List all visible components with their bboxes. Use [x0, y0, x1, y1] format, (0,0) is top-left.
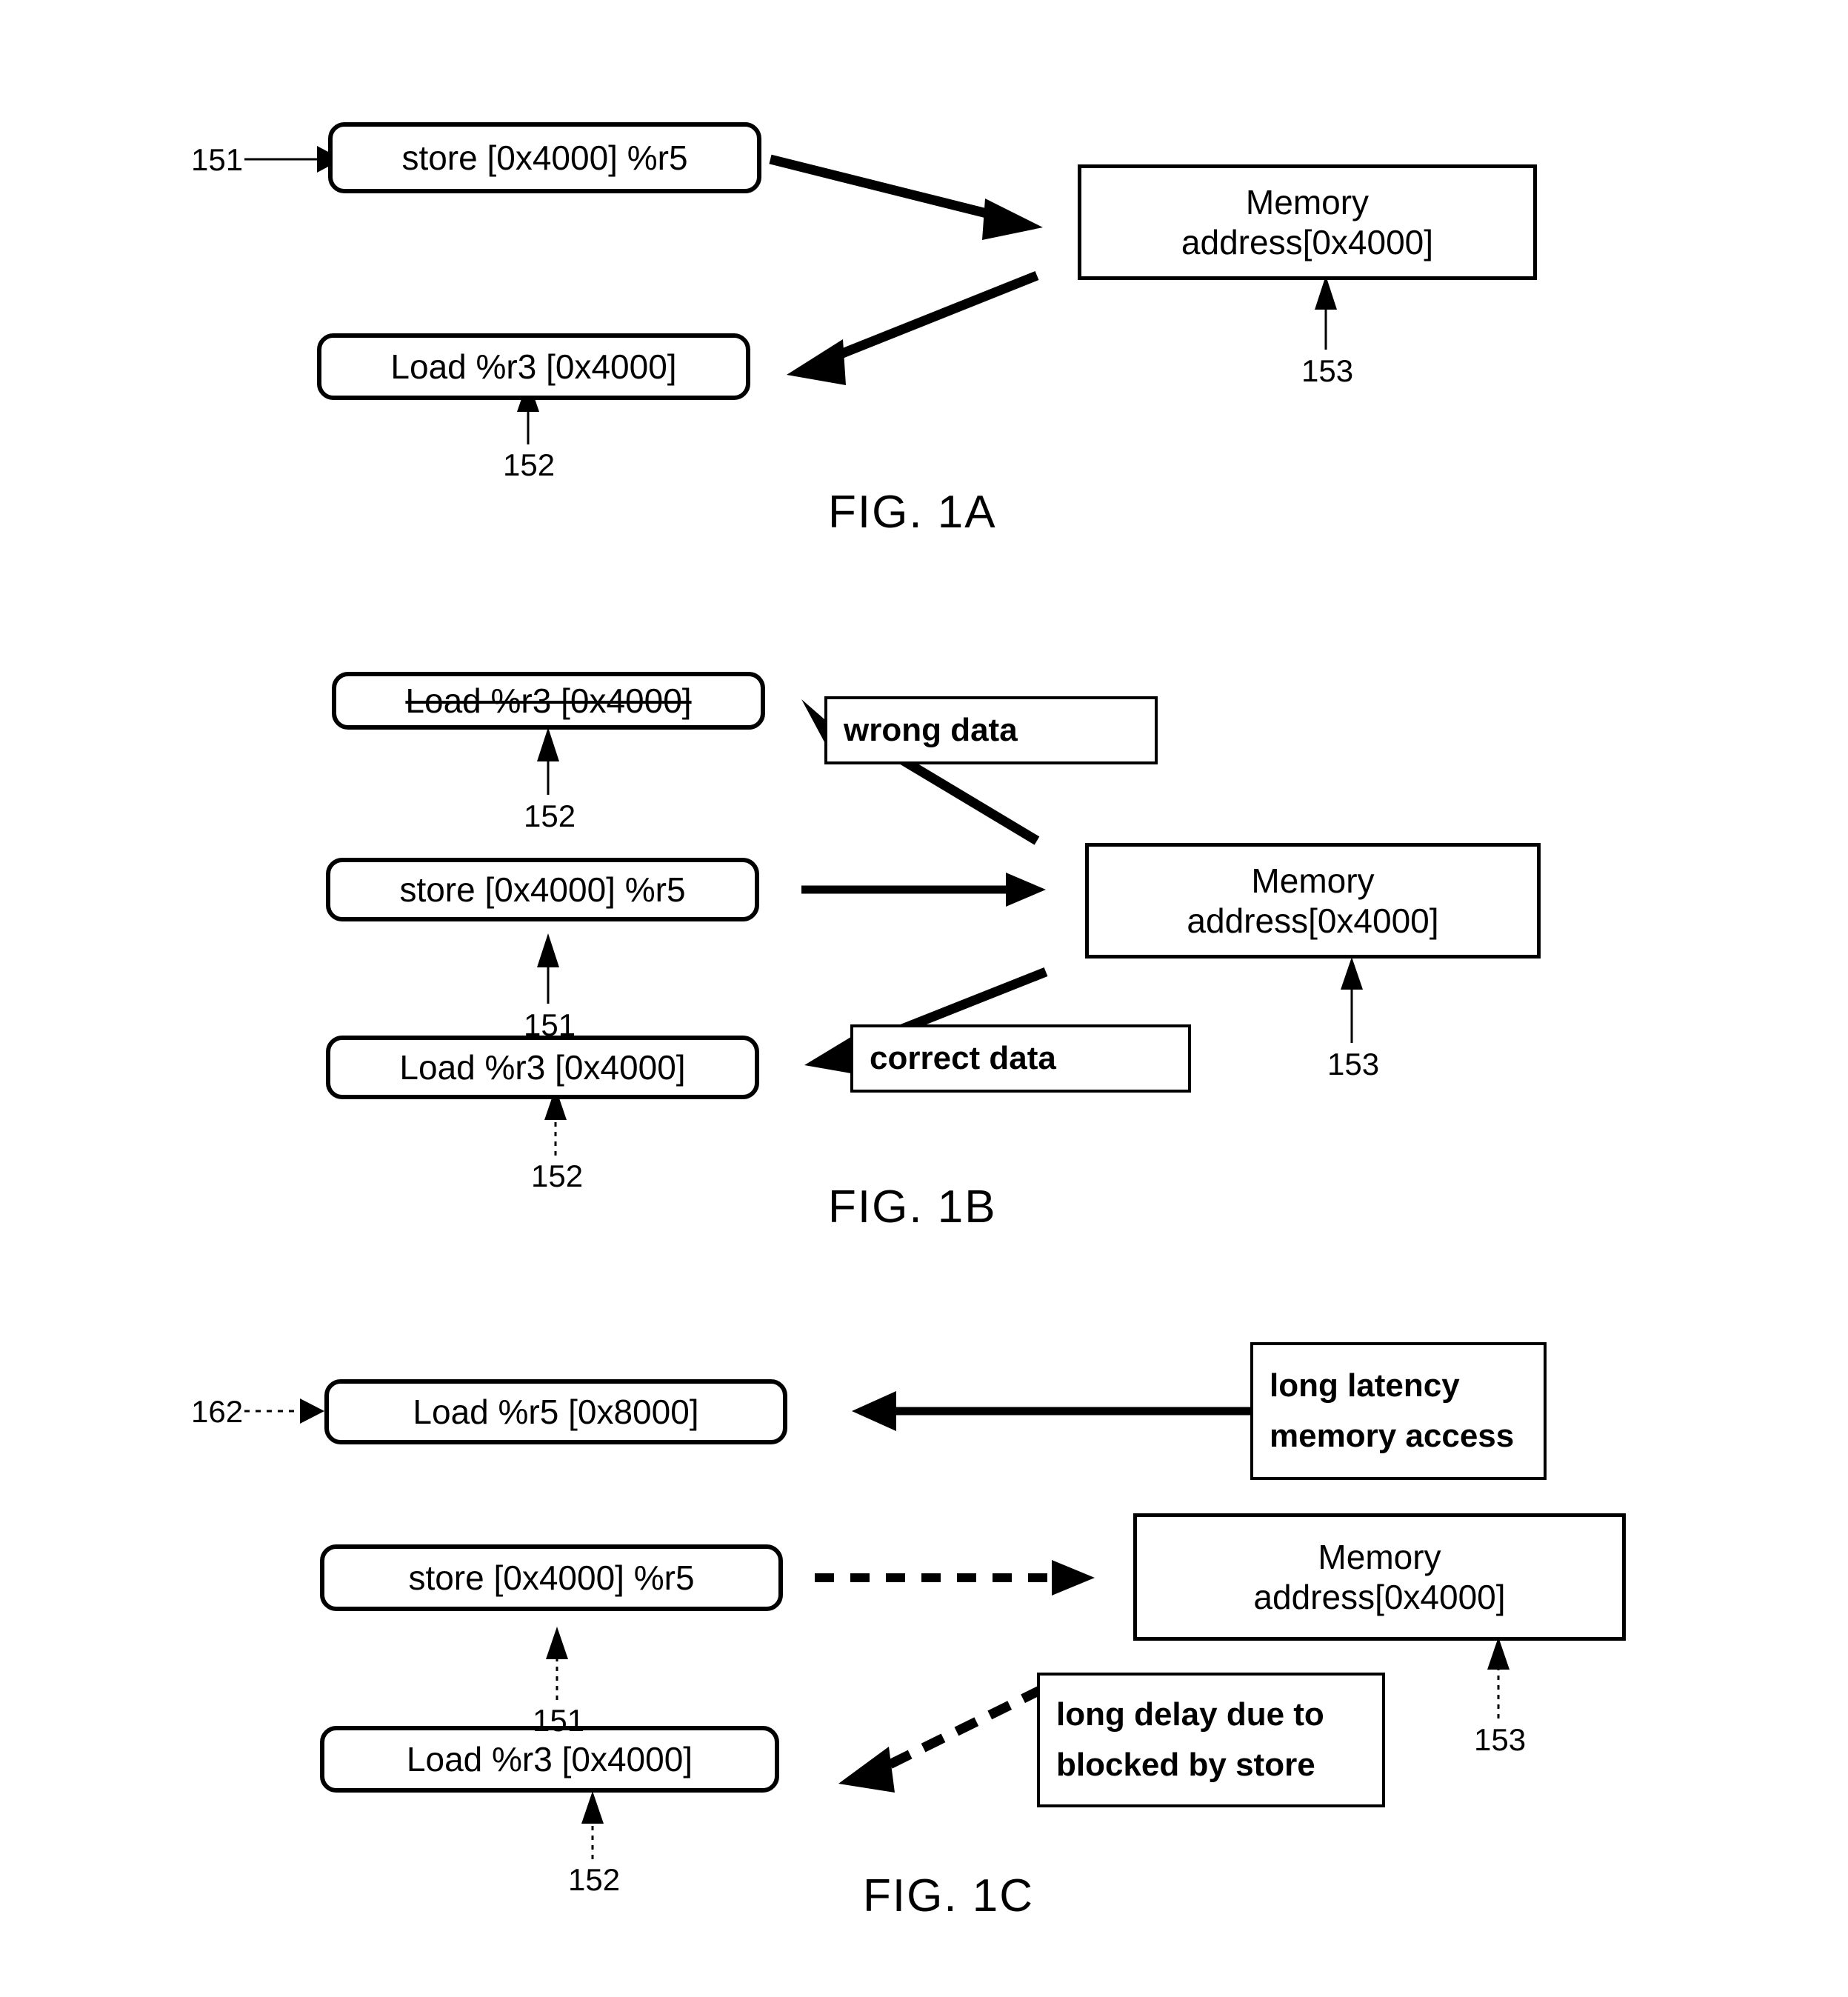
fig1c-ref-152: 152 [568, 1862, 621, 1897]
fig1a-store-label: store [0x4000] %r5 [401, 138, 688, 177]
fig1c-memory-text: Memory address[0x4000] [1253, 1537, 1505, 1618]
arrow-store-to-memory-fig1b [801, 873, 1046, 907]
fig1b-caption: FIG. 1B [828, 1181, 997, 1233]
leader-162-fig1c [244, 1398, 324, 1424]
fig1b-store-label: store [0x4000] %r5 [399, 870, 686, 909]
fig1b-cancelled-load-box: Load %r3 [0x4000] [332, 672, 765, 730]
leader-153-fig1a [1315, 276, 1337, 350]
fig1a-load-box: Load %r3 [0x4000] [317, 333, 750, 400]
fig1c-ref-162: 162 [191, 1394, 244, 1429]
fig1c-long-delay-line2: blocked by store [1056, 1747, 1315, 1783]
fig1a-memory-text: Memory address[0x4000] [1181, 182, 1433, 263]
fig1c-load-r5-label: Load %r5 [0x8000] [413, 1392, 699, 1431]
leader-151-fig1b [537, 933, 559, 1004]
fig1b-memory-text: Memory address[0x4000] [1187, 861, 1438, 941]
fig1c-memory-line2: address[0x4000] [1253, 1578, 1506, 1616]
arrow-memory-to-load-fig1a [787, 270, 1039, 385]
fig1c-ref-153: 153 [1474, 1722, 1527, 1757]
arrow-store-to-memory-fig1a [769, 154, 1043, 240]
fig1c-long-latency-callout: long latency memory access [1250, 1342, 1547, 1480]
fig1a-memory-box: Memory address[0x4000] [1078, 164, 1537, 280]
leader-152-fig1c [581, 1791, 604, 1859]
fig1b-load-label: Load %r3 [0x4000] [399, 1047, 686, 1087]
fig1c-long-latency-line1: long latency [1270, 1367, 1460, 1404]
fig1a-caption: FIG. 1A [828, 487, 997, 538]
fig1c-load-r5-box: Load %r5 [0x8000] [324, 1379, 787, 1444]
fig1c-long-delay-callout: long delay due to blocked by store [1037, 1673, 1385, 1807]
arrow-long-latency-fig1c [852, 1391, 1252, 1431]
leader-153-fig1b [1341, 957, 1363, 1043]
fig1c-store-label: store [0x4000] %r5 [408, 1558, 695, 1597]
fig1b-load-box: Load %r3 [0x4000] [326, 1036, 759, 1099]
fig1b-wrong-data-callout: wrong data [824, 696, 1158, 764]
fig1c-load-r3-label: Load %r3 [0x4000] [406, 1739, 693, 1778]
fig1a-ref-151: 151 [191, 142, 244, 177]
leader-153-fig1c [1487, 1637, 1510, 1718]
fig1a-load-label: Load %r3 [0x4000] [390, 347, 677, 386]
fig1b-correct-data-label: correct data [870, 1040, 1056, 1077]
fig1b-memory-line1: Memory [1251, 861, 1375, 900]
fig1c-caption: FIG. 1C [863, 1870, 1035, 1921]
leader-152-top-fig1b [537, 727, 559, 795]
fig1c-long-latency-line2: memory access [1270, 1418, 1515, 1454]
leader-151-fig1c [546, 1627, 568, 1700]
arrow-store-to-memory-dashed-fig1c [815, 1560, 1095, 1596]
fig1b-correct-data-callout: correct data [850, 1024, 1191, 1093]
fig1b-memory-box: Memory address[0x4000] [1085, 843, 1541, 959]
fig1a-memory-line2: address[0x4000] [1181, 223, 1434, 261]
fig1b-wrong-data-label: wrong data [844, 712, 1018, 749]
fig1c-memory-line1: Memory [1318, 1537, 1441, 1576]
fig1b-ref-152-top: 152 [524, 799, 576, 833]
fig1a-ref-152: 152 [503, 447, 556, 482]
fig1a-memory-line1: Memory [1245, 182, 1370, 221]
fig1b-cancelled-load-label: Load %r3 [0x4000] [405, 681, 692, 720]
fig1c-memory-box: Memory address[0x4000] [1133, 1513, 1626, 1641]
fig1b-ref-152-bottom: 152 [531, 1158, 584, 1193]
arrow-long-delay-fig1c [838, 1684, 1045, 1793]
fig1b-ref-153: 153 [1327, 1047, 1380, 1081]
fig1c-ref-151: 151 [533, 1703, 585, 1738]
fig1a-store-box: store [0x4000] %r5 [328, 122, 761, 193]
patent-figure-sheet: store [0x4000] %r5 Load %r3 [0x4000] Mem… [0, 0, 1848, 1997]
fig1b-memory-line2: address[0x4000] [1187, 901, 1439, 940]
fig1a-ref-153: 153 [1301, 353, 1354, 388]
fig1b-ref-151: 151 [524, 1007, 576, 1042]
fig1c-store-box: store [0x4000] %r5 [320, 1544, 783, 1611]
fig1b-store-box: store [0x4000] %r5 [326, 858, 759, 921]
connector-layer [244, 146, 1510, 1859]
fig1c-long-delay-line1: long delay due to [1056, 1696, 1324, 1733]
